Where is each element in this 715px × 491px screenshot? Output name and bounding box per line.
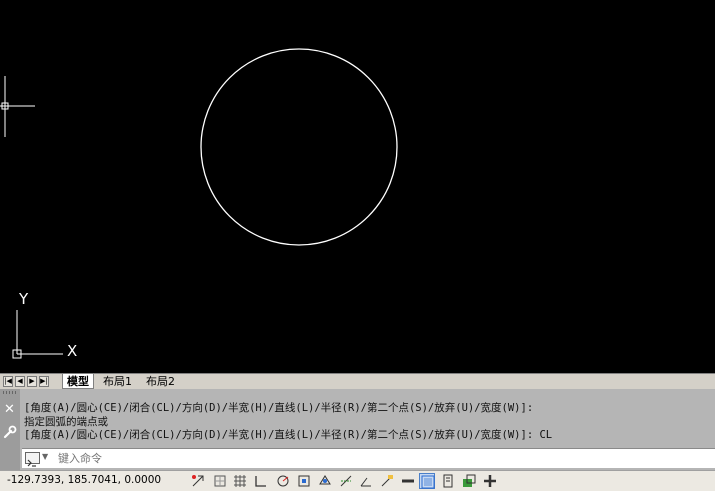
close-icon[interactable]: ✕ — [4, 403, 15, 417]
annotation-monitor-button[interactable] — [461, 473, 477, 489]
command-prompt-icon[interactable] — [25, 452, 40, 467]
snap-mode-button[interactable] — [212, 473, 228, 489]
ucs-y-label: Y — [18, 290, 29, 308]
command-line-window: ✕ [角度(A)/圆心(CE)/闭合(CL)/方向(D)/半宽(H)/直线(L)… — [0, 389, 715, 470]
layout-tab-bar: |◀ ◀ ▶ ▶| 模型 布局1 布局2 — [0, 373, 715, 389]
first-tab-button[interactable]: |◀ — [3, 376, 13, 387]
polar-tracking-button[interactable] — [275, 473, 291, 489]
command-history: [角度(A)/圆心(CE)/闭合(CL)/方向(D)/半宽(H)/直线(L)/半… — [24, 402, 552, 443]
crosshair-cursor — [0, 76, 35, 137]
object-snap-button[interactable] — [296, 473, 312, 489]
dynamic-input-button[interactable] — [379, 473, 395, 489]
ortho-mode-button[interactable] — [253, 473, 269, 489]
3d-object-snap-button[interactable] — [317, 473, 333, 489]
tab-layout2[interactable]: 布局2 — [142, 374, 179, 389]
ucs-icon: Y X — [12, 290, 77, 360]
quick-properties-button[interactable] — [419, 473, 435, 489]
selection-cycling-button[interactable] — [440, 473, 456, 489]
command-input-bar: ▼ — [22, 448, 715, 468]
add-button[interactable] — [482, 473, 498, 489]
drawing-canvas[interactable]: Y X — [0, 0, 715, 373]
circle-entity[interactable] — [200, 48, 398, 246]
last-tab-button[interactable]: ▶| — [39, 376, 49, 387]
status-bar: -129.7393, 185.7041, 0.0000 — [0, 470, 715, 491]
coordinates-display[interactable]: -129.7393, 185.7041, 0.0000 — [7, 474, 161, 486]
history-line: [角度(A)/圆心(CE)/闭合(CL)/方向(D)/半宽(H)/直线(L)/半… — [24, 402, 534, 414]
dynamic-ucs-button[interactable] — [358, 473, 374, 489]
tab-layout1[interactable]: 布局1 — [99, 374, 136, 389]
canvas-graphics[interactable]: Y X — [0, 0, 715, 373]
recent-commands-dropdown-icon[interactable]: ▼ — [42, 452, 48, 461]
tab-model[interactable]: 模型 — [62, 374, 94, 389]
command-line-handle[interactable]: ✕ — [0, 389, 20, 470]
history-line: [角度(A)/圆心(CE)/闭合(CL)/方向(D)/半宽(H)/直线(L)/半… — [24, 429, 553, 441]
next-tab-button[interactable]: ▶ — [27, 376, 37, 387]
infer-constraints-button[interactable] — [190, 473, 206, 489]
grid-display-button[interactable] — [232, 473, 248, 489]
previous-tab-button[interactable]: ◀ — [15, 376, 25, 387]
history-line: 指定圆弧的端点或 — [24, 415, 108, 428]
object-snap-tracking-button[interactable] — [338, 473, 354, 489]
command-input[interactable] — [56, 450, 700, 466]
drag-grip-icon[interactable] — [3, 391, 17, 394]
lineweight-button[interactable] — [400, 473, 416, 489]
wrench-icon[interactable] — [3, 425, 17, 439]
ucs-x-label: X — [67, 342, 77, 360]
